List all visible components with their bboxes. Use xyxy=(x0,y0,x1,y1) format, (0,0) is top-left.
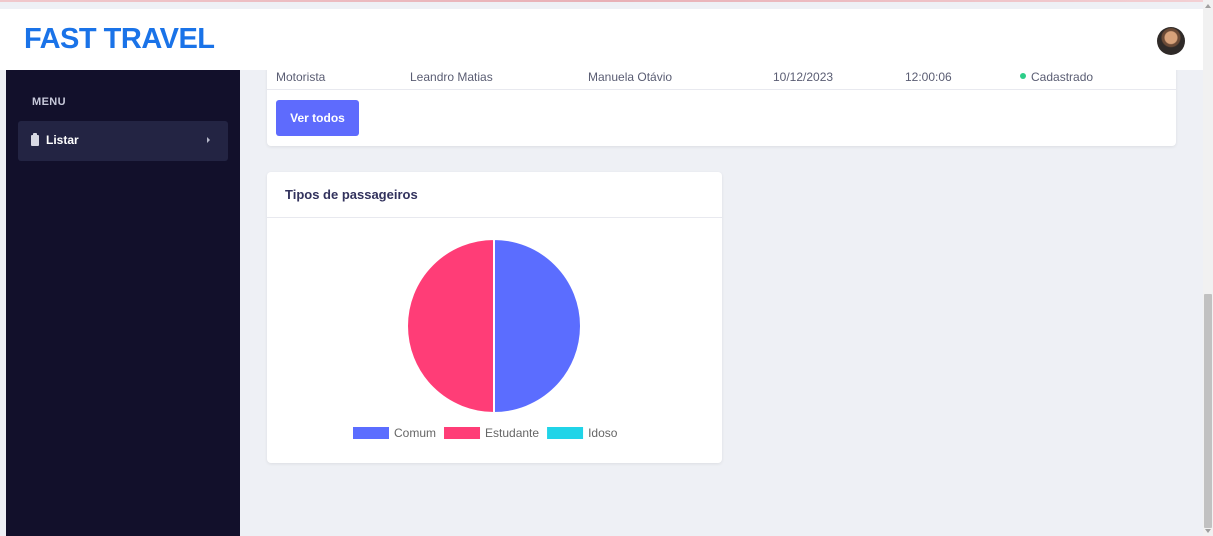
legend-label-estudante[interactable]: Estudante xyxy=(485,426,539,440)
user-avatar[interactable] xyxy=(1157,27,1185,55)
table-cell-date: 10/12/2023 xyxy=(773,70,834,84)
legend-label-idoso[interactable]: Idoso xyxy=(588,426,618,440)
ver-todos-button[interactable]: Ver todos xyxy=(276,100,359,136)
page-scrollbar[interactable] xyxy=(1203,0,1213,536)
passenger-types-card: Tipos de passageiros Comum Estudante Idoso xyxy=(267,172,722,463)
top-accent-line xyxy=(0,0,1213,2)
chevron-right-icon xyxy=(207,137,210,143)
menu-title: MENU xyxy=(32,96,66,108)
brand-logo[interactable]: FAST TRAVEL xyxy=(24,23,215,56)
table-cell-driver: Leandro Matias xyxy=(410,70,493,84)
legend-swatch-estudante[interactable] xyxy=(444,427,481,439)
top-header: FAST TRAVEL xyxy=(0,9,1203,70)
scroll-thumb[interactable] xyxy=(1204,294,1212,528)
card-header: Tipos de passageiros xyxy=(267,172,722,218)
scroll-up-icon[interactable] xyxy=(1205,4,1211,8)
table-cell-passenger: Manuela Otávio xyxy=(588,70,673,84)
status-dot-icon xyxy=(1020,73,1026,79)
sidebar-item-listar[interactable]: Listar xyxy=(18,121,228,161)
clipboard-icon xyxy=(31,133,39,146)
legend-swatch-comum[interactable] xyxy=(353,427,389,439)
legend-swatch-idoso[interactable] xyxy=(547,427,584,439)
sidebar-item-label: Listar xyxy=(46,133,79,147)
table-cell-type: Motorista xyxy=(276,70,326,84)
pie-slice-comum[interactable] xyxy=(493,237,582,415)
card-title: Tipos de passageiros xyxy=(285,187,418,202)
legend-label-comum[interactable]: Comum xyxy=(394,426,436,440)
table-cell-status: Cadastrado xyxy=(1031,70,1094,84)
pie-slice-estudante[interactable] xyxy=(406,237,495,415)
pie-chart: Comum Estudante Idoso xyxy=(353,237,618,440)
scroll-down-icon[interactable] xyxy=(1205,529,1211,533)
table-cell-time: 12:00:06 xyxy=(905,70,952,84)
sidebar: MENU Listar xyxy=(6,70,240,536)
